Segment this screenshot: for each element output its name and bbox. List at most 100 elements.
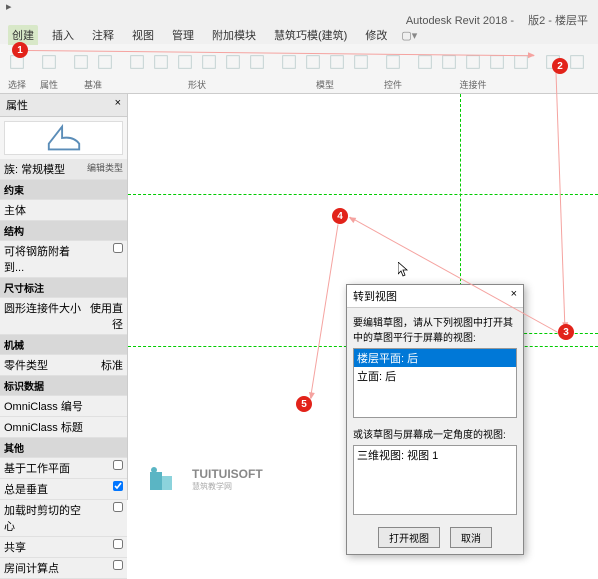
props-label: 主体 xyxy=(4,202,83,218)
props-value[interactable] xyxy=(83,398,123,414)
props-group-header[interactable]: 结构 xyxy=(0,221,127,241)
props-label: 圆形连接件大小 xyxy=(4,300,83,332)
props-label: 可将钢筋附着到... xyxy=(4,243,83,275)
family-preview xyxy=(4,121,123,155)
ribbon-group-label: 基准 xyxy=(84,78,102,91)
ribbon-button[interactable] xyxy=(566,48,588,76)
logo-text: TUITUISOFT xyxy=(192,467,263,481)
props-label: 基于工作平面 xyxy=(4,460,83,476)
props-row[interactable]: OmniClass 编号 xyxy=(0,396,127,417)
props-row[interactable]: 可将钢筋附着到... xyxy=(0,241,127,278)
props-checkbox[interactable] xyxy=(113,560,123,570)
props-row[interactable]: 共享 xyxy=(0,537,127,558)
props-value[interactable]: 使用直径 xyxy=(83,300,123,332)
props-label: 零件类型 xyxy=(4,357,83,373)
qat-open-icon[interactable]: ▸ xyxy=(6,0,20,14)
props-checkbox[interactable] xyxy=(113,539,123,549)
props-row[interactable]: OmniClass 标题 xyxy=(0,417,127,438)
props-label: 房间计算点 xyxy=(4,560,83,576)
logo-subtitle: 慧筑教学网 xyxy=(192,481,263,492)
dialog-title: 转到视图 xyxy=(353,288,397,304)
list-item[interactable]: 楼层平面: 后 xyxy=(354,349,516,367)
ribbon-group: 基准 xyxy=(70,48,116,89)
dialog-msg2: 或该草图与屏幕成一定角度的视图: xyxy=(353,426,517,441)
props-row[interactable]: 基于工作平面 xyxy=(0,458,127,479)
props-group-header[interactable]: 尺寸标注 xyxy=(0,278,127,298)
props-label: 共享 xyxy=(4,539,83,555)
menu-expand-icon[interactable]: ▢▾ xyxy=(401,29,417,42)
props-group-header[interactable]: 机械 xyxy=(0,335,127,355)
props-label: OmniClass 编号 xyxy=(4,398,83,414)
edit-type-button[interactable]: 编辑类型 xyxy=(87,161,123,177)
list-item[interactable]: 三维视图: 视图 1 xyxy=(354,446,516,464)
props-value[interactable] xyxy=(83,539,123,555)
tab-huizhu[interactable]: 慧筑巧模(建筑) xyxy=(270,25,351,45)
props-value[interactable] xyxy=(83,560,123,576)
props-value[interactable] xyxy=(83,502,123,534)
props-group-header[interactable]: 标识数据 xyxy=(0,376,127,396)
props-value[interactable] xyxy=(83,202,123,218)
props-value[interactable] xyxy=(83,481,123,497)
ribbon-group-label: 模型 xyxy=(316,78,334,91)
marker-3: 3 xyxy=(558,324,574,340)
ribbon-button[interactable] xyxy=(486,48,508,76)
menu-bar: 创建 插入 注释 视图 管理 附加模块 慧筑巧模(建筑) 修改 ▢▾ xyxy=(0,26,598,44)
ribbon-button[interactable] xyxy=(350,48,372,76)
ribbon-button[interactable] xyxy=(382,48,404,76)
watermark-logo: TUITUISOFT 慧筑教学网 xyxy=(146,464,263,494)
ribbon-button[interactable] xyxy=(70,48,92,76)
props-row[interactable]: 主体 xyxy=(0,200,127,221)
props-value[interactable]: 标准 xyxy=(83,357,123,373)
marker-1: 1 xyxy=(12,42,28,58)
marker-2: 2 xyxy=(552,58,568,74)
props-checkbox[interactable] xyxy=(113,502,123,512)
props-row[interactable]: 零件类型标准 xyxy=(0,355,127,376)
ribbon-group-label: 形状 xyxy=(188,78,206,91)
props-label: OmniClass 标题 xyxy=(4,419,83,435)
ribbon-button[interactable] xyxy=(414,48,436,76)
list-item[interactable]: 立面: 后 xyxy=(354,367,516,385)
ribbon-button[interactable] xyxy=(462,48,484,76)
ribbon-group-label: 属性 xyxy=(40,78,58,91)
type-selector[interactable]: 族: 常规模型 xyxy=(4,161,87,177)
marker-4: 4 xyxy=(332,208,348,224)
tab-modify[interactable]: 修改 xyxy=(361,25,391,45)
ribbon-group: 属性 xyxy=(38,48,60,89)
props-label: 加载时剪切的空心 xyxy=(4,502,83,534)
props-checkbox[interactable] xyxy=(113,460,123,470)
open-view-button[interactable]: 打开视图 xyxy=(378,527,440,548)
props-row[interactable]: 圆形连接件大小使用直径 xyxy=(0,298,127,335)
tab-view[interactable]: 视图 xyxy=(128,25,158,45)
props-checkbox[interactable] xyxy=(113,481,123,491)
dialog-msg1: 要编辑草图，请从下列视图中打开其中的草图平行于屏幕的视图: xyxy=(353,314,517,344)
props-value[interactable] xyxy=(83,243,123,275)
ribbon-button[interactable] xyxy=(38,48,60,76)
props-row[interactable]: 总是垂直 xyxy=(0,479,127,500)
props-row[interactable]: 房间计算点 xyxy=(0,558,127,579)
tab-insert[interactable]: 插入 xyxy=(48,25,78,45)
props-label: 总是垂直 xyxy=(4,481,83,497)
props-title: 属性 xyxy=(6,97,28,113)
ribbon-button[interactable] xyxy=(94,48,116,76)
view-list-2[interactable]: 三维视图: 视图 1 xyxy=(353,445,517,515)
cursor-icon xyxy=(398,262,410,278)
tab-addins[interactable]: 附加模块 xyxy=(208,25,260,45)
view-list-1[interactable]: 楼层平面: 后立面: 后 xyxy=(353,348,517,418)
dialog-close-icon[interactable]: × xyxy=(511,288,517,304)
ribbon-group-label: 选择 xyxy=(8,78,26,91)
ribbon-group: 形状 xyxy=(126,48,268,89)
close-icon[interactable]: × xyxy=(115,97,121,113)
props-group-header[interactable]: 其他 xyxy=(0,438,127,458)
ribbon-button[interactable] xyxy=(438,48,460,76)
tab-annotate[interactable]: 注释 xyxy=(88,25,118,45)
props-checkbox[interactable] xyxy=(113,243,123,253)
app-title: Autodesk Revit 2018 - 版2 - 楼层平 xyxy=(406,12,588,28)
props-value[interactable] xyxy=(83,460,123,476)
tab-manage[interactable]: 管理 xyxy=(168,25,198,45)
drawing-canvas[interactable]: 转到视图 × 要编辑草图，请从下列视图中打开其中的草图平行于屏幕的视图: 楼层平… xyxy=(128,94,598,500)
props-row[interactable]: 加载时剪切的空心 xyxy=(0,500,127,537)
goto-view-dialog: 转到视图 × 要编辑草图，请从下列视图中打开其中的草图平行于屏幕的视图: 楼层平… xyxy=(346,284,524,555)
cancel-button[interactable]: 取消 xyxy=(450,527,492,548)
props-value[interactable] xyxy=(83,419,123,435)
props-group-header[interactable]: 约束 xyxy=(0,180,127,200)
